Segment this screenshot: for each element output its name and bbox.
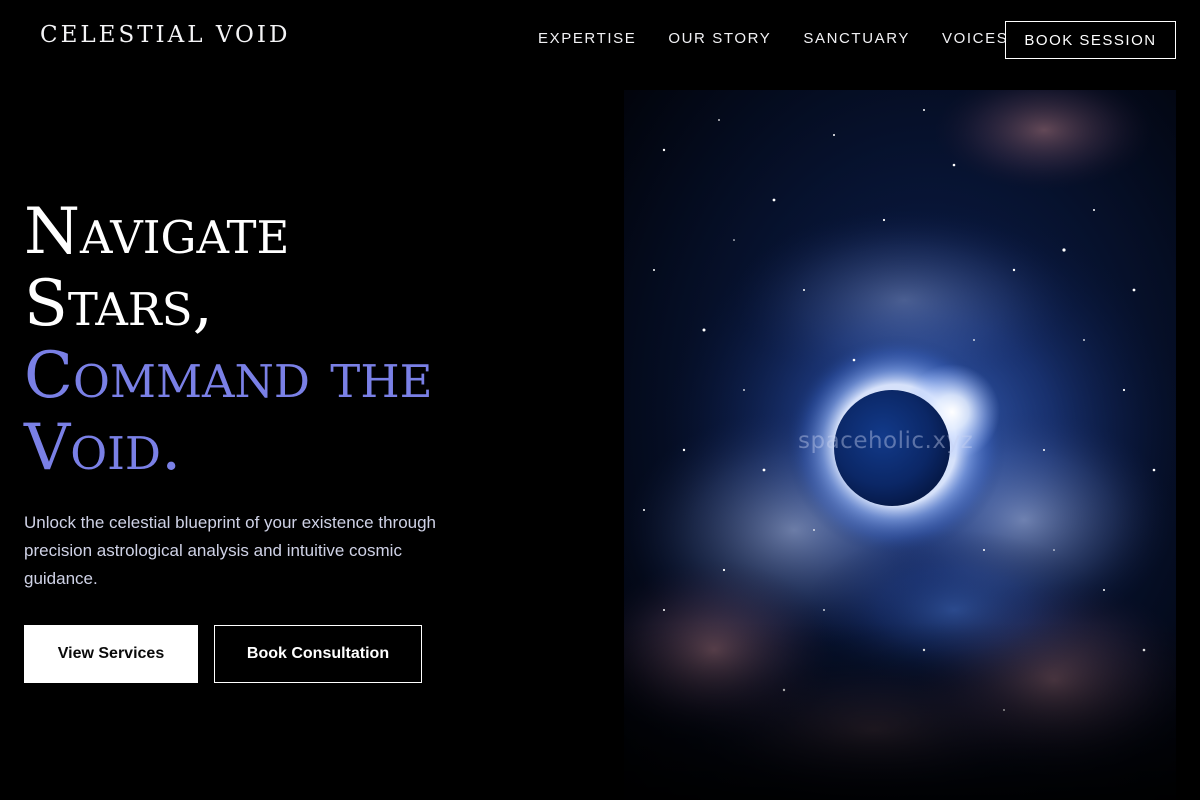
nav-link-expertise[interactable]: EXPERTISE — [538, 30, 636, 47]
hero-subtitle: Unlock the celestial blueprint of your e… — [24, 513, 437, 588]
headline-line-3: Command the — [24, 339, 433, 413]
eclipse-nebula-image — [624, 90, 1176, 800]
main-nav: EXPERTISE OUR STORY SANCTUARY VOICES — [538, 30, 1008, 47]
headline-line-2: Stars, — [24, 267, 213, 341]
nav-link-sanctuary[interactable]: SANCTUARY — [803, 30, 910, 47]
book-session-button[interactable]: BOOK SESSION — [1005, 21, 1176, 59]
landing-page: CELESTIAL VOID EXPERTISE OUR STORY SANCT… — [0, 0, 1200, 800]
hero-headline: Navigate Stars, Command the Void. — [24, 196, 614, 484]
nav-link-voices[interactable]: VOICES — [942, 30, 1008, 47]
eclipse-nebula-graphic — [624, 90, 1176, 800]
headline-line-4: Void. — [24, 411, 182, 485]
brand-logo[interactable]: CELESTIAL VOID — [40, 22, 290, 48]
book-consultation-button[interactable]: Book Consultation — [214, 625, 422, 683]
nav-link-our-story[interactable]: OUR STORY — [668, 30, 771, 47]
headline-line-1: Navigate — [24, 195, 290, 269]
view-services-button[interactable]: View Services — [24, 625, 198, 683]
